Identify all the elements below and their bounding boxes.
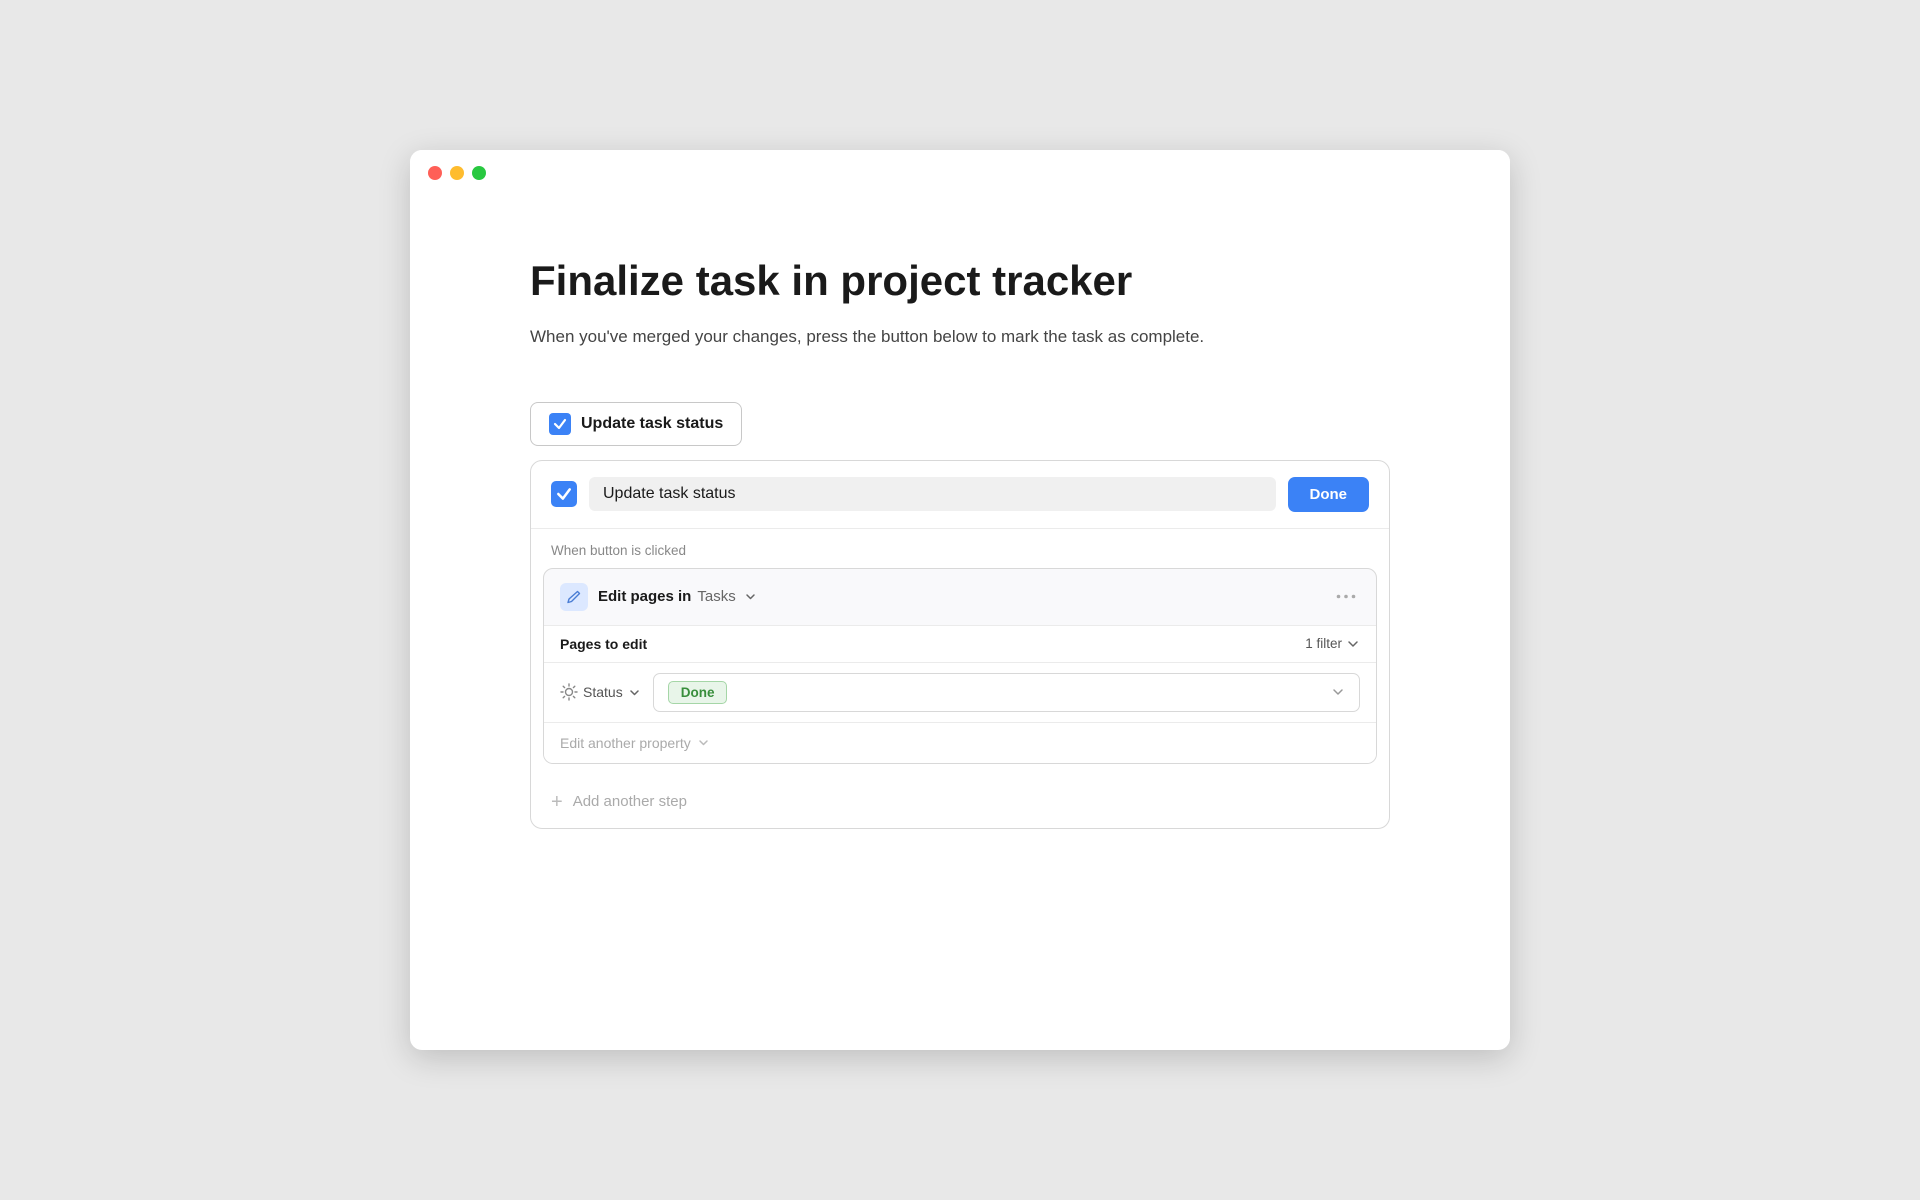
pages-to-edit-row: Pages to edit 1 filter [544, 625, 1376, 662]
action-block-left: Edit pages in Tasks [560, 583, 757, 611]
action-button-row: Update task status [530, 402, 1390, 446]
add-step-label: Add another step [573, 793, 687, 810]
status-chevron-icon [628, 686, 641, 699]
status-done-badge: Done [668, 681, 728, 704]
filter-count-label: 1 filter [1305, 636, 1342, 651]
action-block-title: Edit pages in Tasks [598, 588, 757, 605]
checkbox-icon [549, 413, 571, 435]
filter-button[interactable]: 1 filter [1305, 636, 1360, 651]
action-block: Edit pages in Tasks [543, 568, 1377, 764]
card-title-input[interactable] [589, 477, 1276, 511]
minimize-dot[interactable] [450, 166, 464, 180]
add-another-step-row[interactable]: + Add another step [531, 776, 1389, 828]
add-step-plus-icon: + [551, 792, 563, 812]
db-name-chevron-icon[interactable] [744, 590, 757, 603]
update-task-status-button[interactable]: Update task status [530, 402, 742, 446]
status-property-row: Status Done [544, 662, 1376, 722]
status-label-text: Status [583, 684, 623, 700]
edit-another-label: Edit another property [560, 735, 691, 751]
when-label: When button is clicked [531, 529, 1389, 568]
status-property-label[interactable]: Status [560, 683, 641, 701]
page-title: Finalize task in project tracker [530, 256, 1390, 306]
card-header: Done [531, 461, 1389, 529]
db-name: Tasks [697, 588, 735, 605]
main-card: Done When button is clicked Edit pa [530, 460, 1390, 829]
titlebar [410, 150, 1510, 196]
edit-another-chevron-icon [697, 736, 710, 749]
pages-to-edit-label: Pages to edit [560, 636, 647, 652]
main-content: Finalize task in project tracker When yo… [410, 196, 1510, 909]
page-subtitle: When you've merged your changes, press t… [530, 324, 1390, 350]
update-btn-label: Update task status [581, 415, 723, 433]
status-select[interactable]: Done [653, 673, 1360, 712]
maximize-dot[interactable] [472, 166, 486, 180]
card-checkbox-icon [551, 481, 577, 507]
app-window: Finalize task in project tracker When yo… [410, 150, 1510, 1050]
action-block-header: Edit pages in Tasks [544, 569, 1376, 625]
more-options-button[interactable] [1332, 594, 1360, 599]
edit-icon-box [560, 583, 588, 611]
done-button[interactable]: Done [1288, 477, 1370, 512]
status-select-chevron-icon [1331, 685, 1345, 699]
close-dot[interactable] [428, 166, 442, 180]
edit-pages-prefix: Edit pages in [598, 588, 691, 605]
edit-another-property-row[interactable]: Edit another property [544, 722, 1376, 763]
